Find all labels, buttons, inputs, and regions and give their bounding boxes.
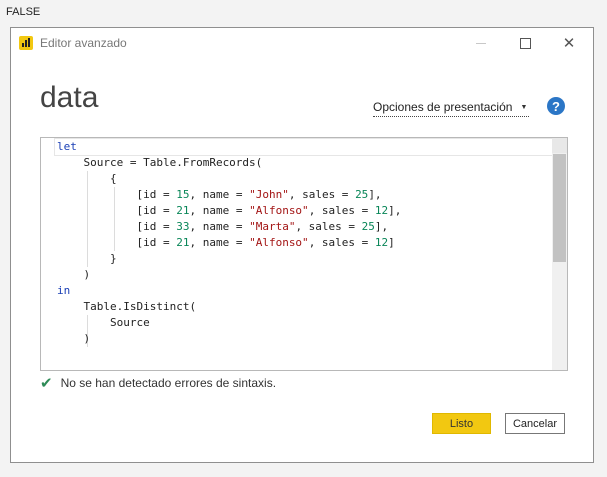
scroll-up-arrow[interactable] bbox=[552, 138, 567, 153]
code-token: [id = bbox=[57, 204, 177, 217]
code-line[interactable]: [id = 15, name = "John", sales = 25], bbox=[57, 187, 551, 203]
query-name-title: data bbox=[40, 81, 99, 114]
scroll-thumb[interactable] bbox=[553, 154, 566, 262]
display-options-dropdown[interactable]: Opciones de presentación ▼ bbox=[373, 98, 530, 117]
code-token: 33 bbox=[176, 220, 190, 233]
code-token: ) bbox=[57, 332, 91, 345]
code-line[interactable]: [id = 21, name = "Alfonso", sales = 12], bbox=[57, 203, 551, 219]
code-token: , sales = bbox=[295, 220, 362, 233]
code-token: "John" bbox=[249, 188, 289, 201]
code-line[interactable]: ) bbox=[57, 267, 551, 283]
code-token: 25 bbox=[355, 188, 369, 201]
code-token: 15 bbox=[176, 188, 190, 201]
code-token: 21 bbox=[176, 236, 190, 249]
code-line[interactable]: } bbox=[57, 251, 551, 267]
code-line[interactable]: [id = 33, name = "Marta", sales = 25], bbox=[57, 219, 551, 235]
code-token: , name = bbox=[189, 204, 250, 217]
display-options-label: Opciones de presentación bbox=[373, 100, 513, 114]
code-token: ], bbox=[368, 188, 382, 201]
checkmark-icon: ✔ bbox=[40, 375, 53, 392]
code-token: Table.IsDistinct( bbox=[57, 300, 197, 313]
syntax-status-message: No se han detectado errores de sintaxis. bbox=[60, 376, 277, 390]
advanced-editor-dialog: Editor avanzado ✕ data Opciones de prese… bbox=[10, 27, 594, 463]
code-token: , name = bbox=[189, 220, 250, 233]
cell-value-false: FALSE bbox=[6, 6, 41, 18]
code-token: [id = bbox=[57, 220, 177, 233]
code-editor[interactable]: let Source = Table.FromRecords( { [id = … bbox=[40, 137, 568, 371]
done-button[interactable]: Listo bbox=[432, 413, 491, 434]
minimize-button[interactable] bbox=[459, 28, 503, 58]
code-line[interactable]: [id = 21, name = "Alfonso", sales = 12] bbox=[57, 235, 551, 251]
vertical-scrollbar[interactable] bbox=[552, 138, 567, 370]
cancel-button[interactable]: Cancelar bbox=[505, 413, 565, 434]
code-token: , name = bbox=[189, 236, 250, 249]
code-line[interactable]: Table.IsDistinct( bbox=[57, 299, 551, 315]
code-token: ], bbox=[374, 220, 389, 233]
code-token: ] bbox=[388, 236, 395, 249]
code-token: 12 bbox=[374, 204, 389, 217]
help-icon[interactable]: ? bbox=[547, 97, 565, 115]
code-token: 21 bbox=[176, 204, 190, 217]
code-token: Source = Table.FromRecords( bbox=[57, 156, 263, 169]
code-token: in bbox=[57, 284, 71, 297]
title-bar[interactable]: Editor avanzado ✕ bbox=[11, 28, 593, 58]
code-token: } bbox=[57, 252, 117, 265]
close-icon: ✕ bbox=[562, 35, 576, 52]
code-line[interactable]: ) bbox=[57, 331, 551, 347]
power-bi-app-icon bbox=[19, 36, 33, 50]
code-token: , sales = bbox=[308, 236, 375, 249]
close-button[interactable]: ✕ bbox=[547, 28, 591, 58]
maximize-icon bbox=[519, 37, 531, 49]
code-token: , name = bbox=[189, 188, 250, 201]
code-token: , sales = bbox=[288, 188, 356, 201]
window-title: Editor avanzado bbox=[40, 36, 127, 50]
code-token: 25 bbox=[361, 220, 375, 233]
code-line[interactable]: in bbox=[57, 283, 551, 299]
code-token: ) bbox=[57, 268, 91, 281]
code-line[interactable]: Source = Table.FromRecords( bbox=[57, 155, 551, 171]
code-token: [id = bbox=[57, 188, 177, 201]
code-token: "Alfonso" bbox=[249, 236, 309, 249]
code-token: "Marta" bbox=[249, 220, 296, 233]
code-token: , sales = bbox=[308, 204, 375, 217]
code-line[interactable]: Source bbox=[57, 315, 551, 331]
minimize-icon bbox=[476, 42, 486, 44]
code-token: { bbox=[57, 172, 117, 185]
code-token: 12 bbox=[374, 236, 389, 249]
code-token: "Alfonso" bbox=[249, 204, 309, 217]
code-token: Source bbox=[57, 316, 150, 329]
maximize-button[interactable] bbox=[503, 28, 547, 58]
code-line[interactable]: let bbox=[54, 138, 566, 156]
code-line[interactable]: { bbox=[57, 171, 551, 187]
chevron-down-icon: ▼ bbox=[520, 103, 528, 111]
code-token: [id = bbox=[57, 236, 177, 249]
syntax-status: ✔ No se han detectado errores de sintaxi… bbox=[40, 374, 276, 392]
code-token: ], bbox=[388, 204, 402, 217]
code-content[interactable]: let Source = Table.FromRecords( { [id = … bbox=[54, 138, 566, 347]
code-token: let bbox=[57, 140, 77, 153]
